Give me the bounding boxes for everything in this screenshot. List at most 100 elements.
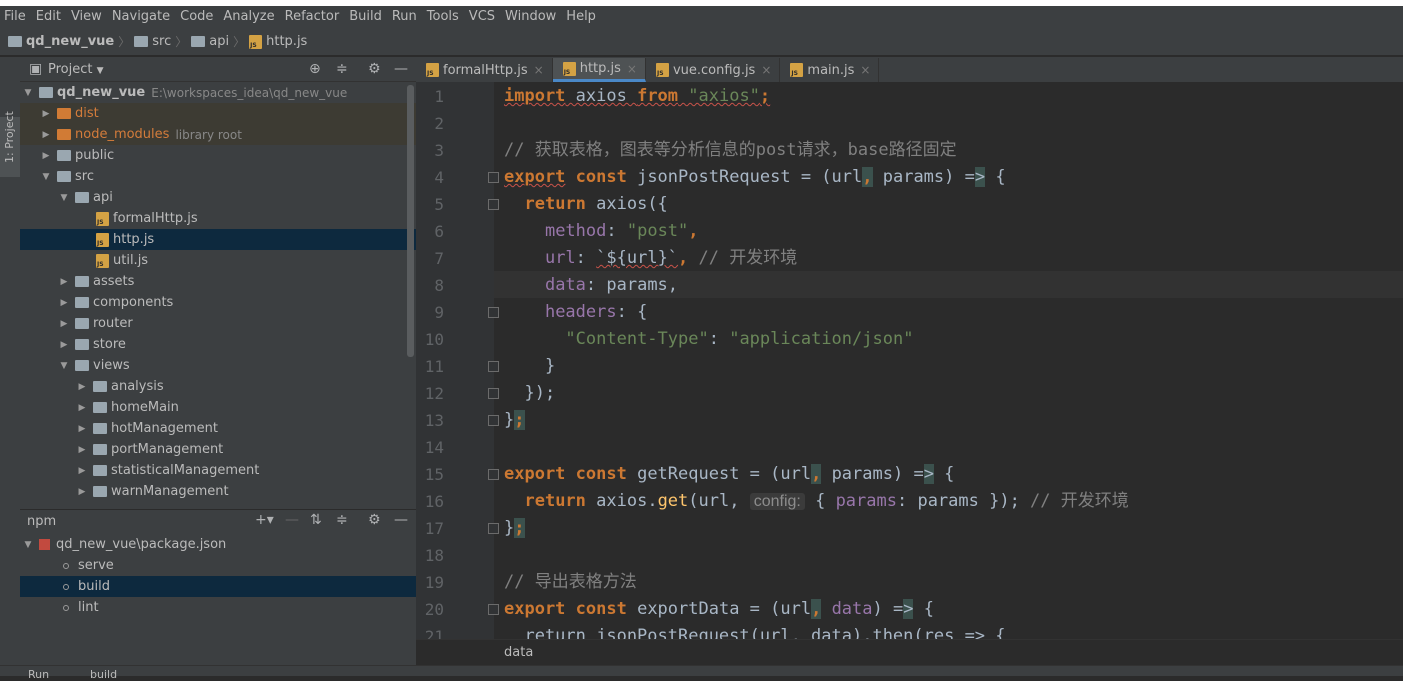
locate-icon[interactable]: ⊕	[309, 61, 321, 77]
collapsed-arrow-icon[interactable]: ▶	[77, 424, 87, 434]
line-number: 6	[434, 222, 444, 241]
refresh-icon[interactable]: ⇅	[310, 512, 322, 528]
menu-refactor[interactable]: Refactor	[280, 6, 345, 28]
gear-icon[interactable]: ⚙	[368, 61, 381, 77]
js-file-icon	[96, 211, 109, 226]
collapsed-arrow-icon[interactable]: ▶	[41, 109, 51, 119]
tree-item-store[interactable]: ▶ store	[20, 334, 416, 355]
breadcrumb-file[interactable]: http.js	[249, 34, 307, 49]
tree-item-dist[interactable]: ▶ dist	[20, 103, 416, 124]
collapsed-arrow-icon[interactable]: ▶	[77, 445, 87, 455]
menu-run[interactable]: Run	[387, 6, 422, 28]
close-icon[interactable]: ×	[534, 63, 544, 77]
collapsed-arrow-icon[interactable]: ▶	[59, 298, 69, 308]
expanded-arrow-icon[interactable]: ▼	[59, 193, 69, 203]
fold-marker-icon[interactable]	[488, 604, 499, 615]
menu-tools[interactable]: Tools	[422, 6, 464, 28]
npm-script-lint[interactable]: lint	[20, 597, 416, 618]
close-icon[interactable]: ×	[627, 62, 637, 76]
collapsed-arrow-icon[interactable]: ▶	[41, 130, 51, 140]
fold-marker-icon[interactable]	[488, 388, 499, 399]
expanded-arrow-icon[interactable]: ▼	[23, 540, 33, 550]
fold-marker-icon[interactable]	[488, 469, 499, 480]
line-number: 8	[434, 276, 444, 295]
npm-script-serve[interactable]: serve	[20, 555, 416, 576]
collapse-all-icon[interactable]: ≑	[336, 512, 348, 528]
tab-http-js[interactable]: http.js×	[552, 58, 646, 82]
menu-navigate[interactable]: Navigate	[107, 6, 175, 28]
line-number: 14	[424, 438, 444, 457]
gear-icon[interactable]: ⚙	[368, 512, 381, 528]
breadcrumb-src[interactable]: src	[134, 34, 171, 49]
line-number: 3	[434, 141, 444, 160]
tree-item-components[interactable]: ▶ components	[20, 292, 416, 313]
tree-item-hotmanagement[interactable]: ▶ hotManagement	[20, 418, 416, 439]
hide-panel-icon[interactable]: —	[394, 61, 408, 77]
breadcrumb-project[interactable]: qd_new_vue	[8, 34, 114, 49]
menu-analyze[interactable]: Analyze	[218, 6, 279, 28]
tree-item-analysis[interactable]: ▶ analysis	[20, 376, 416, 397]
tree-root[interactable]: ▼ qd_new_vue E:\workspaces_idea\qd_new_v…	[20, 82, 416, 103]
collapse-all-icon[interactable]: ≑	[336, 61, 348, 77]
tree-item-formalhttp-js[interactable]: formalHttp.js	[20, 208, 416, 229]
remove-icon[interactable]: —	[285, 512, 299, 528]
tab-vue-config-js[interactable]: vue.config.js×	[646, 58, 781, 82]
collapsed-arrow-icon[interactable]: ▶	[59, 277, 69, 287]
hide-panel-icon[interactable]: —	[394, 512, 408, 528]
menu-code[interactable]: Code	[175, 6, 218, 28]
menu-view[interactable]: View	[66, 6, 107, 28]
tree-item-util-js[interactable]: util.js	[20, 250, 416, 271]
tree-item-http-js[interactable]: http.js	[20, 229, 416, 250]
expanded-arrow-icon[interactable]: ▼	[59, 361, 69, 371]
js-file-icon	[426, 63, 439, 77]
menu-help[interactable]: Help	[561, 6, 601, 28]
tree-item-node-modules[interactable]: ▶ node_modules library root	[20, 124, 416, 145]
menu-file[interactable]: File	[0, 6, 31, 28]
tree-item-views[interactable]: ▼ views	[20, 355, 416, 376]
tree-item-src[interactable]: ▼ src	[20, 166, 416, 187]
tab-main-js[interactable]: main.js×	[780, 58, 880, 82]
collapsed-arrow-icon[interactable]: ▶	[77, 487, 87, 497]
fold-marker-icon[interactable]	[488, 199, 499, 210]
collapsed-arrow-icon[interactable]: ▶	[59, 319, 69, 329]
menu-vcs[interactable]: VCS	[464, 6, 500, 28]
code-line-9: headers: {	[544, 302, 648, 322]
tree-item-api[interactable]: ▼ api	[20, 187, 416, 208]
tree-item-portmanagement[interactable]: ▶ portManagement	[20, 439, 416, 460]
code-editor[interactable]: 1 2 3 4 5 6 7 8 9 10 11 12 13 14 15 16 17 18 19 20 21 import…	[416, 82, 1403, 639]
collapsed-arrow-icon[interactable]: ▶	[77, 382, 87, 392]
expanded-arrow-icon[interactable]: ▼	[23, 88, 33, 98]
close-icon[interactable]: ×	[761, 63, 771, 77]
menu-edit[interactable]: Edit	[31, 6, 66, 28]
tree-item-statisticalmanagement[interactable]: ▶ statisticalManagement	[20, 460, 416, 481]
collapsed-arrow-icon[interactable]: ▶	[59, 340, 69, 350]
tree-item-public[interactable]: ▶ public	[20, 145, 416, 166]
expanded-arrow-icon[interactable]: ▼	[41, 172, 51, 182]
project-view-selector[interactable]: Project ▼	[48, 62, 104, 77]
code-line-20: export const exportData = (url, data) =>…	[504, 599, 934, 619]
breadcrumb-api[interactable]: api	[191, 34, 229, 49]
fold-marker-icon[interactable]	[488, 415, 499, 426]
fold-marker-icon[interactable]	[488, 172, 499, 183]
tree-item-homemain[interactable]: ▶ homeMain	[20, 397, 416, 418]
npm-package-item[interactable]: ▼ qd_new_vue\package.json	[20, 534, 416, 555]
add-icon[interactable]: +▾	[255, 512, 274, 528]
collapsed-arrow-icon[interactable]: ▶	[41, 151, 51, 161]
navigation-bar: qd_new_vue 〉 src 〉 api 〉 http.js	[0, 28, 1403, 56]
line-number: 19	[424, 573, 444, 592]
menu-window[interactable]: Window	[500, 6, 561, 28]
fold-marker-icon[interactable]	[488, 523, 499, 534]
tree-item-assets[interactable]: ▶ assets	[20, 271, 416, 292]
tab-formalhttp-js[interactable]: formalHttp.js×	[416, 58, 553, 82]
collapsed-arrow-icon[interactable]: ▶	[77, 466, 87, 476]
fold-marker-icon[interactable]	[488, 361, 499, 372]
close-icon[interactable]: ×	[860, 63, 870, 77]
menu-build[interactable]: Build	[344, 6, 387, 28]
fold-marker-icon[interactable]	[488, 307, 499, 318]
editor-breadcrumb[interactable]: data	[504, 645, 533, 660]
tree-item-router[interactable]: ▶ router	[20, 313, 416, 334]
collapsed-arrow-icon[interactable]: ▶	[77, 403, 87, 413]
npm-script-build[interactable]: build	[20, 576, 416, 597]
project-scrollbar[interactable]	[407, 85, 414, 357]
tree-item-warnmanagement[interactable]: ▶ warnManagement	[20, 481, 416, 502]
